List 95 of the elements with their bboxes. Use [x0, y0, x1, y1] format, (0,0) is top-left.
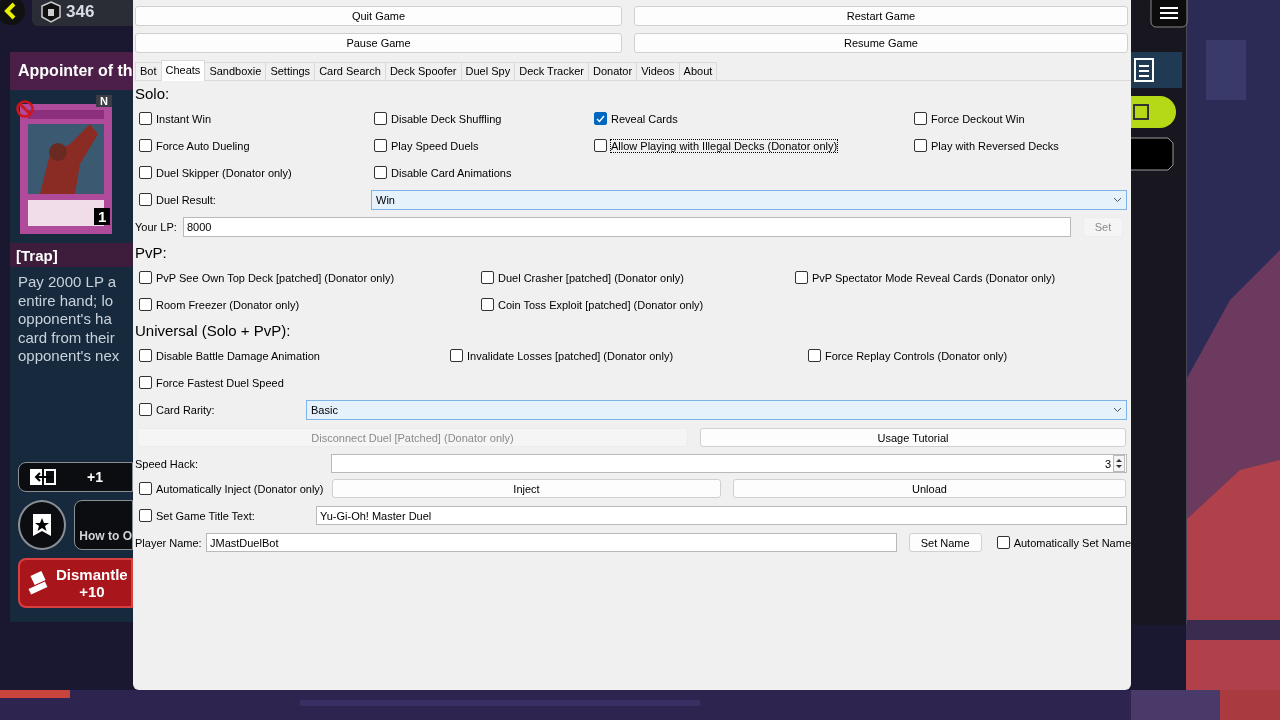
exchange-icon	[29, 467, 57, 486]
checkbox[interactable]	[996, 536, 1010, 549]
points-count: 346	[66, 2, 95, 22]
dropdown[interactable]: Win	[371, 189, 1127, 210]
section-heading: Solo:	[135, 85, 171, 103]
checkbox[interactable]	[139, 166, 152, 179]
chevron-icon	[1113, 406, 1122, 413]
inject-button[interactable]: Inject	[332, 479, 721, 498]
tab[interactable]: Bot	[135, 62, 162, 80]
checkbox-label[interactable]: Force Auto Dueling	[156, 139, 250, 152]
checkbox[interactable]	[594, 139, 607, 152]
checkbox[interactable]	[374, 139, 387, 152]
checkbox-label[interactable]: Room Freezer (Donator only)	[156, 298, 300, 311]
input-field[interactable]: Yu-Gi-Oh! Master Duel	[316, 506, 1127, 525]
input-field[interactable]: JMastDuelBot	[205, 533, 897, 552]
tab[interactable]: Settings	[265, 62, 316, 80]
field-label: Your LP:	[135, 220, 178, 233]
checkbox[interactable]	[374, 166, 387, 179]
chevron-icon	[1113, 196, 1122, 203]
tab[interactable]: Deck Spoofer	[384, 62, 462, 80]
back-button[interactable]	[0, 0, 26, 26]
checkbox[interactable]	[914, 139, 927, 152]
checkbox[interactable]	[914, 112, 927, 125]
checkbox-label[interactable]: Play with Reversed Decks	[931, 139, 1059, 152]
input-field[interactable]: 8000	[183, 216, 1071, 237]
dark-button[interactable]	[1130, 137, 1174, 171]
checkbox-label[interactable]: Instant Win	[156, 112, 212, 125]
checkbox[interactable]	[139, 139, 152, 152]
dismantle-button[interactable]: Dismantle +10	[18, 557, 133, 608]
unload-button[interactable]: Unload	[733, 479, 1126, 498]
game-button[interactable]: Resume Game	[634, 33, 1128, 53]
menu-icon[interactable]	[1150, 0, 1188, 28]
card-count: 1	[94, 208, 111, 225]
how-to-button[interactable]: How to O	[74, 499, 133, 550]
checkbox[interactable]	[808, 349, 821, 362]
checkbox-label[interactable]: Automatically Inject (Donator only)	[156, 482, 324, 495]
section-heading: PvP:	[135, 244, 168, 262]
checkbox-label[interactable]: Allow Playing with Illegal Decks (Donator only)	[611, 139, 838, 152]
checkbox-label[interactable]: Force Replay Controls (Donator only)	[825, 349, 1008, 362]
tab[interactable]: About	[678, 62, 718, 80]
checkbox-label[interactable]: Force Fastest Duel Speed	[156, 376, 284, 389]
checkbox[interactable]	[481, 298, 494, 311]
checkbox-label[interactable]: Disable Card Animations	[391, 166, 512, 179]
bookmark-star-icon	[32, 512, 53, 537]
number-field[interactable]: 3	[331, 454, 1127, 473]
checkbox-label[interactable]: PvP See Own Top Deck [patched] (Donator only)	[156, 271, 395, 284]
checkbox[interactable]	[139, 112, 152, 125]
tutorial-button[interactable]: Usage Tutorial	[700, 428, 1126, 447]
checkbox-label[interactable]: Coin Toss Exploit [patched] (Donator only)	[498, 298, 704, 311]
prohibited-icon	[16, 100, 34, 118]
pill-button[interactable]	[1130, 96, 1176, 128]
checkbox-label[interactable]: Reveal Cards	[611, 112, 678, 125]
checkbox[interactable]	[594, 112, 607, 125]
checkbox[interactable]	[139, 349, 152, 362]
game-button[interactable]: Quit Game	[135, 6, 622, 26]
game-button[interactable]: Pause Game	[135, 33, 622, 53]
section-heading: Universal (Solo + PvP):	[135, 322, 292, 340]
checkbox-label[interactable]: Set Game Title Text:	[156, 509, 255, 522]
checkbox-label[interactable]: Invalidate Losses [patched] (Donator only)	[467, 349, 674, 362]
rarity-badge: N	[96, 95, 112, 107]
checkbox-label[interactable]: Duel Skipper (Donator only)	[156, 166, 292, 179]
badge-icon	[40, 1, 62, 23]
checkbox-label[interactable]: Card Rarity:	[156, 403, 215, 416]
checkbox[interactable]	[795, 271, 808, 284]
tab[interactable]: Cheats	[160, 60, 206, 81]
checkbox-label[interactable]: Duel Crasher [patched] (Donator only)	[498, 271, 684, 284]
checkbox-label[interactable]: Duel Result:	[156, 193, 216, 206]
set-name-button[interactable]: Set Name	[908, 533, 982, 552]
checkbox[interactable]	[374, 112, 387, 125]
checkbox-label[interactable]: Disable Battle Damage Animation	[156, 349, 320, 362]
field-label: Speed Hack:	[135, 457, 199, 470]
checkbox-label[interactable]: Play Speed Duels	[391, 139, 479, 152]
checkbox[interactable]	[481, 271, 494, 284]
tab[interactable]: Duel Spy	[460, 62, 516, 80]
checkbox[interactable]	[139, 271, 152, 284]
card-type: [Trap]	[16, 246, 58, 264]
checkbox-label[interactable]: Force Deckout Win	[931, 112, 1025, 125]
card-title: Appointer of th	[18, 62, 133, 80]
checkbox[interactable]	[139, 509, 152, 522]
checkbox[interactable]	[139, 403, 152, 416]
checkbox[interactable]	[450, 349, 463, 362]
checkbox[interactable]	[139, 193, 152, 206]
checkbox-label[interactable]: Disable Deck Shuffling	[391, 112, 502, 125]
checkbox[interactable]	[139, 376, 152, 389]
checkbox[interactable]	[139, 298, 152, 311]
game-button[interactable]: Restart Game	[634, 6, 1128, 26]
card-description: Pay 2000 LP a entire hand; lo opponent's ha card from their opponent's nex	[17, 272, 121, 366]
convert-button[interactable]: +1	[18, 461, 133, 492]
spinner-icon[interactable]	[1113, 455, 1125, 472]
checkbox-label[interactable]: Automatically Set Name	[1013, 536, 1131, 549]
field-label: Player Name:	[135, 536, 203, 549]
dropdown[interactable]: Basic	[306, 399, 1127, 420]
clipboard-icon[interactable]	[1130, 52, 1182, 88]
checkbox-label[interactable]: PvP Spectator Mode Reveal Cards (Donator only)	[812, 271, 1056, 284]
checkbox[interactable]	[139, 482, 152, 495]
